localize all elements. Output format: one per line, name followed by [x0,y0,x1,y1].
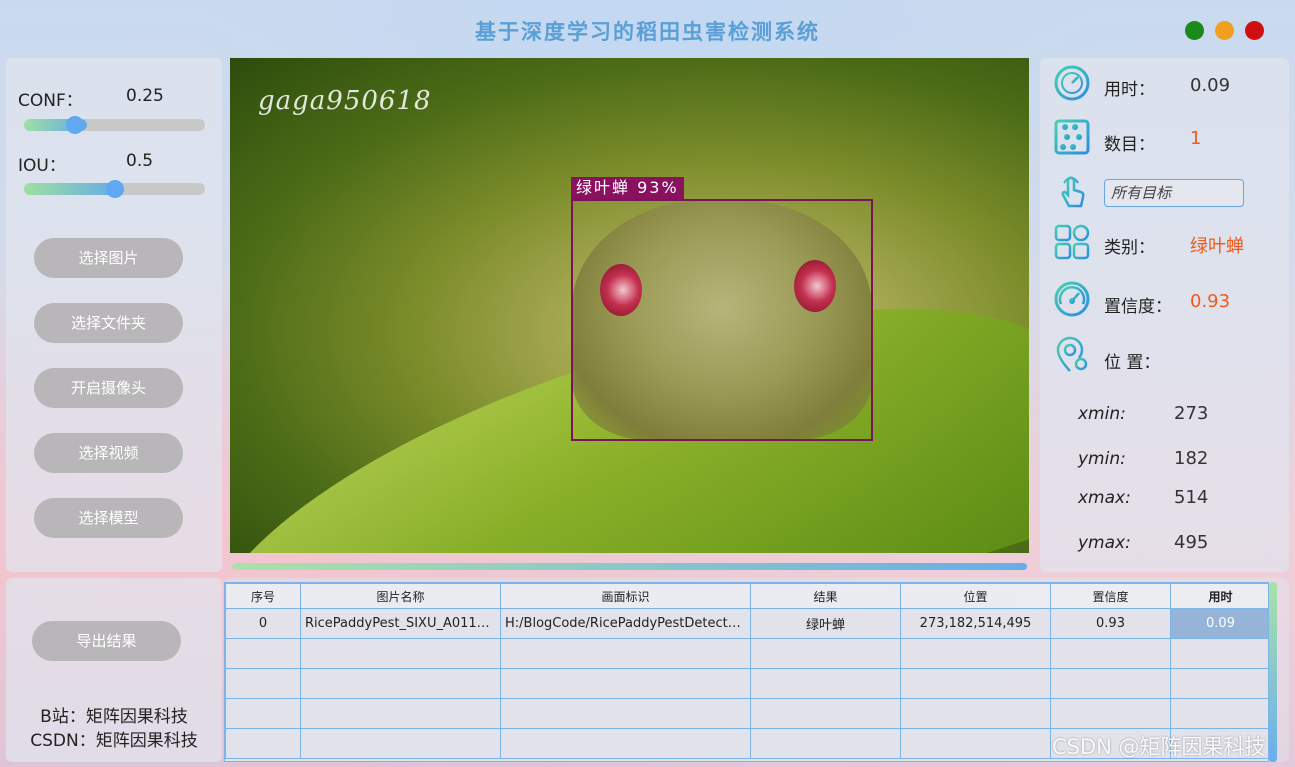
position-label: 位 置： [1104,353,1161,373]
table-row[interactable]: 0 RicePaddyPest_SIXU_A01156... H:/BlogCo… [225,608,1268,639]
table-scrollbar[interactable] [1269,582,1277,762]
pointer-hand-icon [1061,176,1085,208]
ymin-label: ymin: [1078,449,1126,469]
select-folder-button[interactable]: 选择文件夹 [34,303,183,343]
ymax-value: 495 [1174,532,1209,553]
header-confidence[interactable]: 置信度 [1050,583,1171,609]
image-viewer: gaga950618 绿叶蝉 93% [230,58,1029,553]
detection-label: 绿叶蝉 93% [571,177,684,199]
cell-result[interactable]: 绿叶蝉 [750,608,901,639]
conf-slider[interactable] [24,116,205,134]
ymin-value: 182 [1174,448,1209,469]
detection-bounding-box [571,199,873,441]
select-image-button[interactable]: 选择图片 [34,238,183,278]
close-button[interactable] [1245,21,1264,40]
cell-time[interactable]: 0.09 [1170,608,1268,639]
select-video-button[interactable]: 选择视频 [34,433,183,473]
export-results-button[interactable]: 导出结果 [32,621,181,661]
page-watermark: CSDN @矩阵因果科技 [1052,735,1266,759]
location-pin-icon [1056,336,1088,372]
image-watermark: gaga950618 [258,86,432,116]
conf-value: 0.25 [126,86,164,106]
iou-label: IOU： [18,156,66,176]
iou-value: 0.5 [126,151,154,171]
header-index[interactable]: 序号 [225,583,301,609]
conf-slider-handle[interactable] [66,116,84,134]
bottom-left-panel: B站：矩阵因果科技 CSDN：矩阵因果科技 [6,578,222,762]
class-value: 绿叶蝉 [1190,236,1244,257]
header-image-name[interactable]: 图片名称 [300,583,501,609]
cell-image-name[interactable]: RicePaddyPest_SIXU_A01156... [300,608,501,639]
header-position[interactable]: 位置 [900,583,1051,609]
xmin-value: 273 [1174,403,1209,424]
bilibili-credit: B站：矩阵因果科技 [40,707,188,727]
gauge-icon [1054,281,1090,317]
count-value: 1 [1190,128,1202,149]
xmax-label: xmax: [1078,488,1131,508]
iou-slider[interactable] [24,180,205,198]
xmax-value: 514 [1174,487,1209,508]
maximize-button[interactable] [1215,21,1234,40]
abacus-icon [1054,119,1090,155]
table-row-empty[interactable] [225,698,1268,729]
cell-confidence[interactable]: 0.93 [1050,608,1171,639]
iou-slider-handle[interactable] [106,180,124,198]
cell-position[interactable]: 273,182,514,495 [900,608,1051,639]
confidence-label: 置信度： [1104,297,1172,317]
count-label: 数目： [1104,135,1155,155]
app-title: 基于深度学习的稻田虫害检测系统 [475,19,820,44]
open-camera-button[interactable]: 开启摄像头 [34,368,183,408]
table-row-empty[interactable] [225,638,1268,669]
xmin-label: xmin: [1078,404,1126,424]
minimize-button[interactable] [1185,21,1204,40]
header-frame-id[interactable]: 画面标识 [500,583,751,609]
cell-index[interactable]: 0 [225,608,301,639]
timer-icon [1054,65,1090,101]
table-header-row: 序号 图片名称 画面标识 结果 位置 置信度 用时 [225,583,1268,609]
csdn-credit: CSDN：矩阵因果科技 [30,731,198,751]
class-label: 类别： [1104,238,1155,258]
progress-bar [232,563,1027,570]
conf-label: CONF： [18,91,83,111]
table-row-empty[interactable] [225,668,1268,699]
ymax-label: ymax: [1078,533,1131,553]
header-result[interactable]: 结果 [750,583,901,609]
category-grid-icon [1054,224,1090,260]
cell-frame-id[interactable]: H:/BlogCode/RicePaddyPestDetector... [500,608,751,639]
confidence-value: 0.93 [1190,291,1231,312]
select-model-button[interactable]: 选择模型 [34,498,183,538]
time-label: 用时： [1104,80,1155,100]
target-select[interactable]: 所有目标 [1104,179,1244,207]
time-value: 0.09 [1190,75,1231,96]
header-time[interactable]: 用时 [1170,583,1268,609]
